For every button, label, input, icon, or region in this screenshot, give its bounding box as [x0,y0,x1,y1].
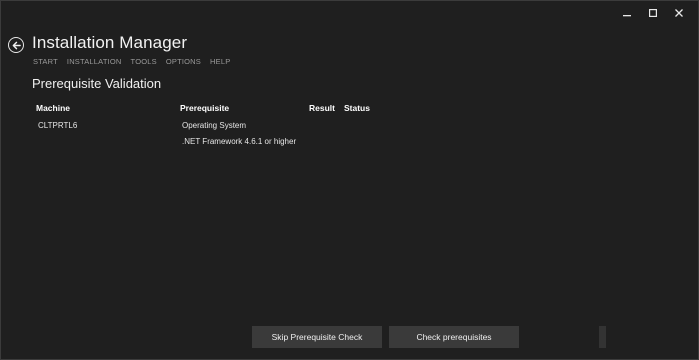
minimize-icon[interactable] [614,5,640,21]
page-title: Prerequisite Validation [32,76,162,91]
back-button[interactable] [8,37,24,53]
scrollbar[interactable] [599,326,606,348]
app-title: Installation Manager [32,33,188,52]
menu-item-help[interactable]: HELP [210,57,230,66]
maximize-icon[interactable] [640,5,666,21]
menu-item-installation[interactable]: INSTALLATION [67,57,122,66]
column-header-result: Result [309,103,335,113]
menu-item-start[interactable]: START [33,57,58,66]
column-header-prerequisite: Prerequisite [180,103,230,113]
row-1-prerequisite: Operating System [182,121,247,130]
menu-item-options[interactable]: OPTIONS [166,57,201,66]
row-1-machine: CLTPRTL6 [38,121,78,130]
window-controls [614,5,692,21]
column-header-status: Status [344,103,370,113]
main-menu: START INSTALLATION TOOLS OPTIONS HELP [33,57,230,66]
column-header-machine: Machine [36,103,71,113]
back-arrow-icon [12,41,21,49]
app-window: Installation Manager START INSTALLATION … [0,0,699,360]
skip-prerequisite-check-button[interactable]: Skip Prerequisite Check [252,326,382,348]
check-prerequisites-button[interactable]: Check prerequisites [389,326,519,348]
menu-item-tools[interactable]: TOOLS [131,57,157,66]
row-2-prerequisite: .NET Framework 4.6.1 or higher [182,137,297,146]
close-icon[interactable] [666,5,692,21]
